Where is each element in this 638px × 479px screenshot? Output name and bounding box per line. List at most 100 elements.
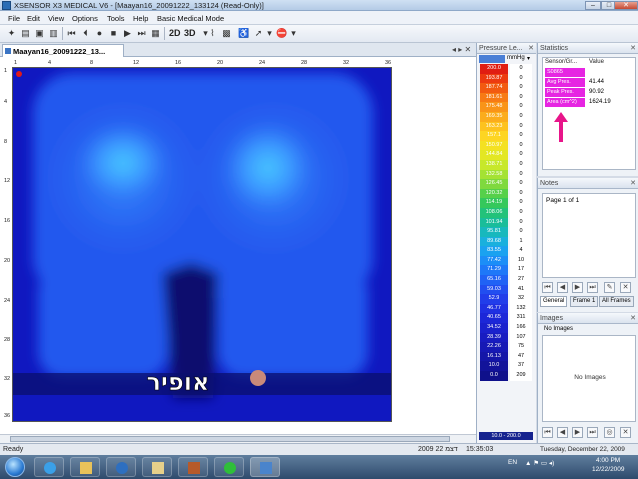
unit-label[interactable]: mmHg [507, 55, 525, 61]
legend-row[interactable]: 157.1 0 [480, 131, 534, 141]
legend-row[interactable]: 59.03 41 [480, 284, 534, 295]
tab-navigation-controls[interactable]: ◂ ▸ ✕ [452, 45, 471, 54]
legend-row[interactable]: 46.77 132 [480, 303, 534, 314]
dropdown-arrow-icon[interactable]: ▾ [288, 28, 299, 39]
taskbar-paint-button[interactable] [142, 457, 172, 477]
export-icon[interactable]: ▥ [48, 28, 59, 39]
legend-row[interactable]: 150.97 0 [480, 140, 534, 151]
palette-icon[interactable]: ▩ [221, 28, 232, 39]
delete-image-button[interactable]: ✕ [620, 427, 631, 438]
record-icon[interactable]: ● [94, 28, 105, 39]
save-icon[interactable]: ▣ [34, 28, 45, 39]
panel-close-icon[interactable]: ✕ [630, 314, 636, 322]
next-note-button[interactable]: ▶ [572, 282, 583, 293]
view-2d-button[interactable]: 2D [169, 28, 181, 39]
legend-row[interactable]: 34.52 166 [480, 323, 534, 333]
last-note-button[interactable]: ⏭ [587, 282, 598, 293]
legend-row[interactable]: 108.06 0 [480, 207, 534, 218]
stat-row[interactable]: Avg Pres. 41.44 [543, 78, 637, 87]
clock-time[interactable]: 4:00 PM [596, 457, 620, 464]
legend-row[interactable]: 95.81 0 [480, 227, 534, 237]
tab-all-frames[interactable]: All Frames [599, 296, 634, 307]
legend-row[interactable]: 71.29 17 [480, 265, 534, 276]
position-marker-dot[interactable] [250, 370, 266, 386]
minimize-button[interactable]: – [585, 1, 601, 10]
legend-row[interactable]: 101.94 0 [480, 217, 534, 228]
legend-row[interactable]: 120.32 0 [480, 188, 534, 199]
legend-row[interactable]: 163.23 0 [480, 121, 534, 132]
graph-icon[interactable]: ⌇ [207, 28, 218, 39]
document-tab[interactable]: Maayan16_20091222_13... [2, 44, 124, 57]
legend-row[interactable]: 132.58 0 [480, 169, 534, 180]
panel-close-icon[interactable]: ✕ [630, 44, 636, 52]
dropdown-arrow-icon[interactable]: ▾ [264, 28, 275, 39]
last-image-button[interactable]: ⏭ [587, 427, 598, 438]
menu-options[interactable]: Options [72, 14, 98, 23]
legend-row[interactable]: 193.87 0 [480, 73, 534, 84]
images-area[interactable]: No Images [542, 335, 636, 422]
legend-row[interactable]: 0.0 209 [480, 371, 534, 381]
first-image-button[interactable]: ⏮ [542, 427, 553, 438]
legend-row[interactable]: 52.9 32 [480, 294, 534, 304]
legend-row[interactable]: 22.26 75 [480, 342, 534, 352]
panel-close-icon[interactable]: ✕ [528, 44, 534, 52]
menu-view[interactable]: View [48, 14, 64, 23]
legend-row[interactable]: 114.19 0 [480, 198, 534, 208]
start-button[interactable] [5, 457, 25, 477]
stop-icon[interactable]: ■ [108, 28, 119, 39]
legend-row[interactable]: 175.48 0 [480, 102, 534, 112]
legend-row[interactable]: 200.0 0 [480, 64, 534, 74]
tray-icons[interactable]: ▲ ⚑ ▭ ◂) [525, 459, 554, 467]
legend-row[interactable]: 187.74 0 [480, 83, 534, 93]
tab-frame-1[interactable]: Frame 1 [570, 296, 599, 307]
notes-text-area[interactable]: Page 1 of 1 [542, 193, 636, 278]
stat-row[interactable]: Area (cm^2) 1624.19 [543, 98, 637, 107]
unit-dropdown-icon[interactable]: ▾ [527, 55, 530, 62]
legend-row[interactable]: 169.35 0 [480, 111, 534, 122]
stat-row[interactable]: S0865 [543, 68, 637, 77]
first-note-button[interactable]: ⏮ [542, 282, 553, 293]
open-folder-icon[interactable]: ▤ [20, 28, 31, 39]
menu-file[interactable]: File [8, 14, 20, 23]
play-icon[interactable]: ▶ [122, 28, 133, 39]
last-frame-icon[interactable]: ⏭ [136, 28, 147, 39]
previous-image-button[interactable]: ◀ [557, 427, 568, 438]
stop-sign-icon[interactable]: ⛔ [276, 28, 287, 39]
new-file-icon[interactable]: ✦ [6, 28, 17, 39]
clock-date[interactable]: 12/22/2009 [592, 466, 625, 473]
menu-edit[interactable]: Edit [27, 14, 40, 23]
pressure-range-bar[interactable]: 10.0 - 200.0 [479, 432, 533, 440]
legend-row[interactable]: 89.68 1 [480, 236, 534, 247]
scrollbar-thumb[interactable] [10, 436, 450, 442]
legend-row[interactable]: 126.45 0 [480, 179, 534, 189]
language-indicator[interactable]: EN [508, 459, 517, 466]
panel-close-icon[interactable]: ✕ [630, 179, 636, 187]
previous-note-button[interactable]: ◀ [557, 282, 568, 293]
horizontal-scrollbar[interactable] [0, 434, 476, 443]
capture-image-button[interactable]: ◎ [604, 427, 615, 438]
legend-row[interactable]: 10.0 37 [480, 361, 534, 371]
next-image-button[interactable]: ▶ [572, 427, 583, 438]
legend-row[interactable]: 144.84 0 [480, 150, 534, 160]
taskbar-app-button[interactable] [178, 457, 208, 477]
legend-row[interactable]: 138.71 0 [480, 159, 534, 170]
menu-tools[interactable]: Tools [107, 14, 125, 23]
legend-row[interactable]: 40.65 311 [480, 313, 534, 324]
legend-row[interactable]: 16.13 47 [480, 351, 534, 362]
taskbar-ie-button[interactable] [34, 457, 64, 477]
stat-row[interactable]: Peak Pres. 90.92 [543, 88, 637, 97]
pressure-heatmap[interactable]: אופיר [12, 67, 392, 422]
view-3d-button[interactable]: 3D [184, 28, 196, 39]
tab-general[interactable]: General [540, 296, 568, 307]
legend-row[interactable]: 65.16 27 [480, 275, 534, 285]
delete-note-button[interactable]: ✕ [620, 282, 631, 293]
taskbar-media-player-button[interactable] [106, 457, 136, 477]
legend-row[interactable]: 83.55 4 [480, 246, 534, 256]
add-note-button[interactable]: ✎ [604, 282, 615, 293]
legend-row[interactable]: 28.39 107 [480, 332, 534, 343]
taskbar-explorer-button[interactable] [70, 457, 100, 477]
menu-basic-medical-mode[interactable]: Basic Medical Mode [157, 14, 224, 23]
first-frame-icon[interactable]: ⏮ [66, 28, 77, 39]
pointer-icon[interactable]: ➚ [253, 28, 264, 39]
previous-frame-icon[interactable]: ⏴ [80, 28, 91, 39]
